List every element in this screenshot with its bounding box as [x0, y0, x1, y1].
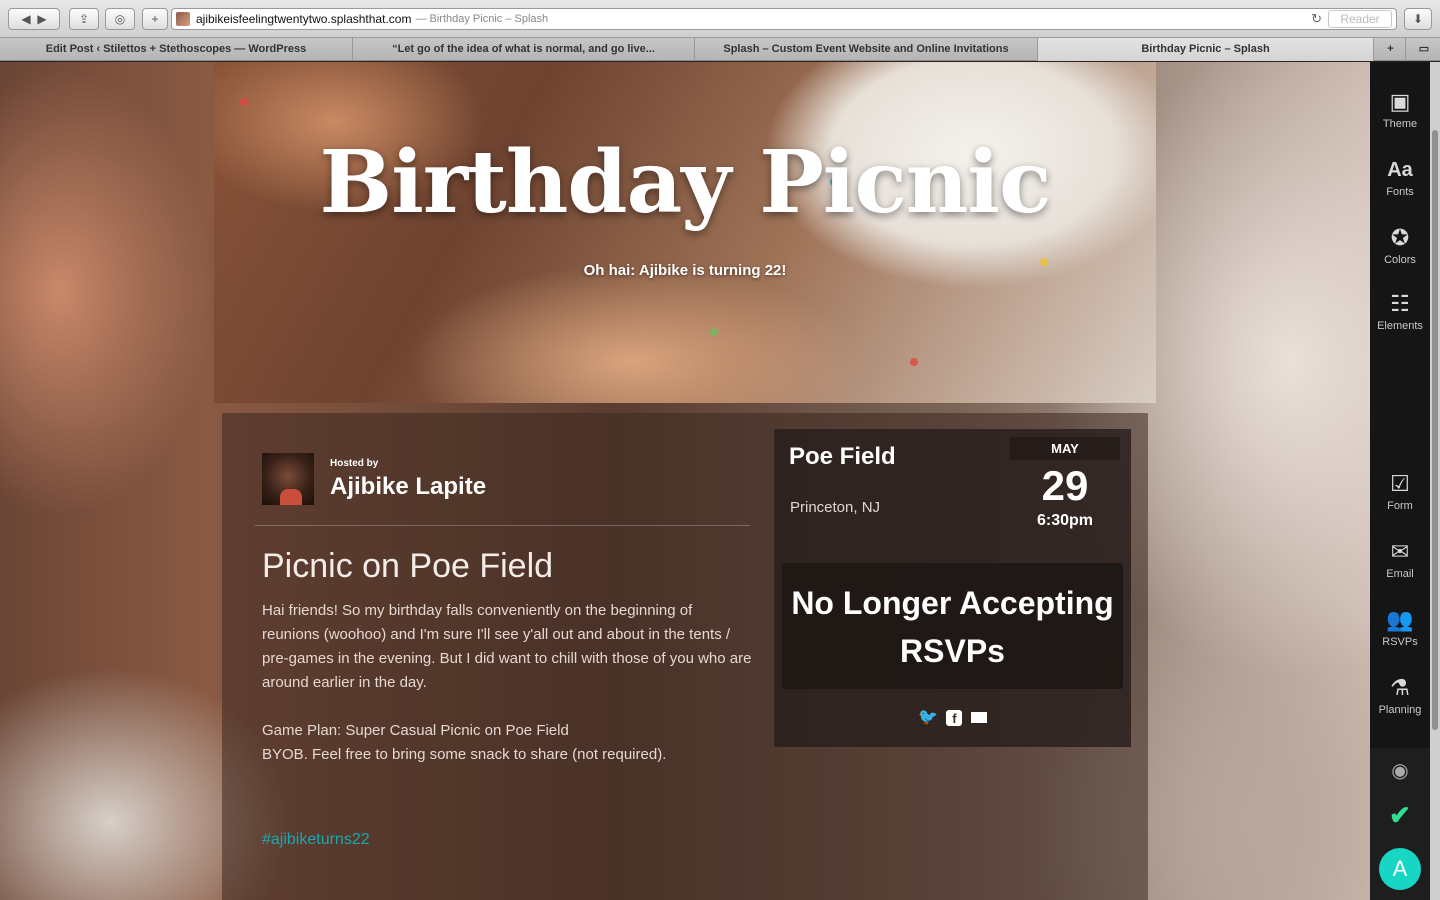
sidebar-item-theme[interactable]: ▣ Theme: [1370, 88, 1430, 130]
preview-eye-icon[interactable]: ◉: [1370, 758, 1430, 783]
twitter-icon[interactable]: 🐦: [918, 707, 938, 727]
email-icon[interactable]: [970, 712, 987, 724]
sidebar-actions: ◉ ✔ A: [1370, 748, 1430, 900]
reader-button[interactable]: Reader: [1328, 10, 1392, 28]
venue-city: Princeton, NJ: [790, 499, 881, 516]
url-host: ajibikeisfeelingtwentytwo.splashthat.com: [196, 12, 412, 26]
browser-toolbar: ◀ ▶ ⇪ ◎ + ajibikeisfeelingtwentytwo.spla…: [0, 0, 1440, 38]
host-avatar: [262, 453, 314, 505]
event-time: 6:30pm: [1036, 512, 1094, 529]
envelope-icon: ✉: [1390, 539, 1410, 564]
image-icon: ▣: [1389, 89, 1411, 114]
divider: [255, 525, 750, 526]
tab-wordpress[interactable]: Edit Post ‹ Stilettos + Stethoscopes — W…: [0, 38, 353, 61]
reload-icon[interactable]: ↻: [1311, 11, 1322, 27]
facebook-icon[interactable]: f: [946, 709, 963, 726]
downloads-button[interactable]: ⬇: [1404, 8, 1432, 30]
host-info: Hosted by Ajibike Lapite: [262, 453, 486, 505]
publish-check-icon[interactable]: ✔: [1370, 800, 1430, 831]
sidebar-item-planning[interactable]: ⚗ Planning: [1370, 674, 1430, 716]
sidebar-item-fonts[interactable]: Aa Fonts: [1370, 156, 1430, 198]
sidebar-item-label: Email: [1386, 568, 1414, 580]
address-bar[interactable]: ajibikeisfeelingtwentytwo.splashthat.com…: [171, 8, 1397, 30]
share-links: 🐦 f: [774, 707, 1131, 727]
sidebar-item-label: Colors: [1384, 254, 1416, 266]
tab-bar: Edit Post ‹ Stilettos + Stethoscopes — W…: [0, 38, 1440, 61]
event-date: MAY 29 6:30pm: [1010, 437, 1120, 530]
event-title: Birthday Picnic: [319, 132, 1052, 233]
history-icon: ◎: [114, 12, 126, 26]
users-icon: 👥: [1386, 607, 1414, 632]
tab-birthday-picnic[interactable]: Birthday Picnic – Splash: [1038, 38, 1374, 61]
url-page-title: — Birthday Picnic – Splash: [415, 13, 549, 25]
description-body: Hai friends! So my birthday falls conven…: [262, 599, 752, 767]
history-button[interactable]: ◎: [105, 8, 135, 30]
hosted-by-label: Hosted by: [330, 457, 379, 469]
event-day: 29: [1041, 462, 1089, 509]
share-button[interactable]: ⇪: [69, 8, 99, 30]
sidebar-item-elements[interactable]: ☷ Elements: [1370, 290, 1430, 332]
share-icon: ⇪: [78, 12, 90, 26]
fonts-icon: Aa: [1387, 159, 1413, 181]
description-byob: BYOB. Feel free to bring some snack to s…: [262, 746, 667, 763]
hero-banner: Birthday Picnic Oh hai: Ajibike is turni…: [214, 62, 1156, 403]
content-panel: Hosted by Ajibike Lapite Picnic on Poe F…: [222, 413, 1148, 900]
sidebar-item-colors[interactable]: ✪ Colors: [1370, 224, 1430, 266]
grid-icon: ☷: [1390, 291, 1410, 316]
sidebar-item-label: Form: [1387, 500, 1413, 512]
plus-icon: +: [151, 12, 159, 26]
sidebar-item-label: Planning: [1378, 704, 1422, 716]
host-name: Ajibike Lapite: [330, 472, 487, 500]
palette-icon: ✪: [1390, 225, 1410, 250]
user-avatar[interactable]: A: [1379, 848, 1421, 890]
flask-icon: ⚗: [1390, 675, 1410, 700]
forward-icon[interactable]: ▶: [37, 12, 46, 26]
event-subtitle: Oh hai: Ajibike is turning 22!: [583, 262, 787, 279]
rsvp-status: No Longer Accepting RSVPs: [782, 563, 1123, 689]
tab-quote[interactable]: “Let go of the idea of what is normal, a…: [353, 38, 695, 61]
back-icon[interactable]: ◀: [21, 12, 30, 26]
sidebar-item-label: Theme: [1382, 118, 1418, 130]
site-favicon-icon: [176, 12, 190, 26]
description-game-plan: Game Plan: Super Casual Picnic on Poe Fi…: [262, 722, 569, 739]
sidebar-item-label: Fonts: [1386, 186, 1414, 198]
editor-sidebar: ▣ Theme Aa Fonts ✪ Colors ☷ Elements ☑ F…: [1370, 62, 1430, 900]
checkbox-icon: ☑: [1390, 471, 1410, 496]
new-tab-plus-icon[interactable]: +: [1376, 38, 1406, 61]
event-month: MAY: [1010, 437, 1120, 460]
event-details-card: Poe Field Princeton, NJ MAY 29 6:30pm No…: [774, 429, 1131, 747]
tab-splash[interactable]: Splash – Custom Event Website and Online…: [695, 38, 1038, 61]
event-page: Birthday Picnic Oh hai: Ajibike is turni…: [0, 62, 1370, 900]
sidebar-item-rsvps[interactable]: 👥 RSVPs: [1370, 606, 1430, 648]
sidebar-item-label: Elements: [1377, 320, 1423, 332]
tab-overview-icon[interactable]: ▭: [1408, 38, 1440, 61]
new-tab-button[interactable]: +: [142, 8, 168, 30]
download-icon: ⬇: [1412, 12, 1424, 26]
description-paragraph: Hai friends! So my birthday falls conven…: [262, 602, 752, 691]
back-forward-buttons[interactable]: ◀ ▶: [8, 8, 60, 30]
sidebar-item-label: RSVPs: [1382, 636, 1418, 648]
scrollbar-thumb[interactable]: [1432, 130, 1438, 730]
sidebar-item-email[interactable]: ✉ Email: [1370, 538, 1430, 580]
venue-name: Poe Field: [789, 443, 896, 470]
hashtag-link[interactable]: #ajibiketurns22: [262, 831, 370, 849]
sidebar-item-form[interactable]: ☑ Form: [1370, 470, 1430, 512]
description-title: Picnic on Poe Field: [262, 547, 554, 585]
